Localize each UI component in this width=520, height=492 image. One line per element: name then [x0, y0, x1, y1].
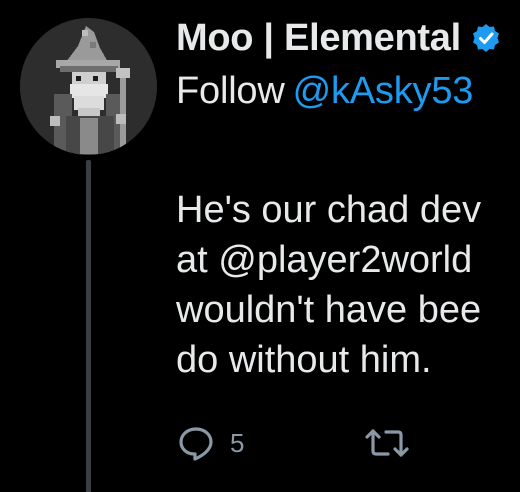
reply-icon — [179, 427, 213, 461]
retweet-icon — [365, 429, 410, 457]
tweet-actions: 5 — [176, 418, 410, 468]
tweet-text-line: do without him. — [176, 339, 432, 381]
tweet-text: He's our chad dev at @player2world would… — [176, 186, 520, 386]
reply-count: 5 — [230, 427, 245, 458]
thread-line — [86, 160, 91, 492]
tweet-text-line: He's our chad dev — [176, 189, 482, 231]
tweet: Moo | Elemental Follow @kAsky53 He's our … — [0, 0, 520, 492]
pixel-wizard-avatar-icon — [20, 18, 157, 155]
follow-button[interactable]: Follow — [176, 70, 285, 112]
avatar[interactable] — [20, 18, 157, 155]
tweet-text-line: at @player2world — [176, 239, 473, 281]
author-handle-link[interactable]: @kAsky53 — [293, 70, 474, 112]
follow-row: Follow @kAsky53 — [176, 70, 473, 113]
display-name[interactable]: Moo | Elemental — [176, 17, 461, 60]
reply-button[interactable]: 5 — [176, 423, 244, 463]
tweet-text-line: wouldn't have bee — [176, 289, 482, 331]
author-row: Moo | Elemental — [176, 12, 501, 64]
verified-badge-icon — [471, 23, 501, 53]
retweet-button[interactable] — [364, 423, 410, 463]
